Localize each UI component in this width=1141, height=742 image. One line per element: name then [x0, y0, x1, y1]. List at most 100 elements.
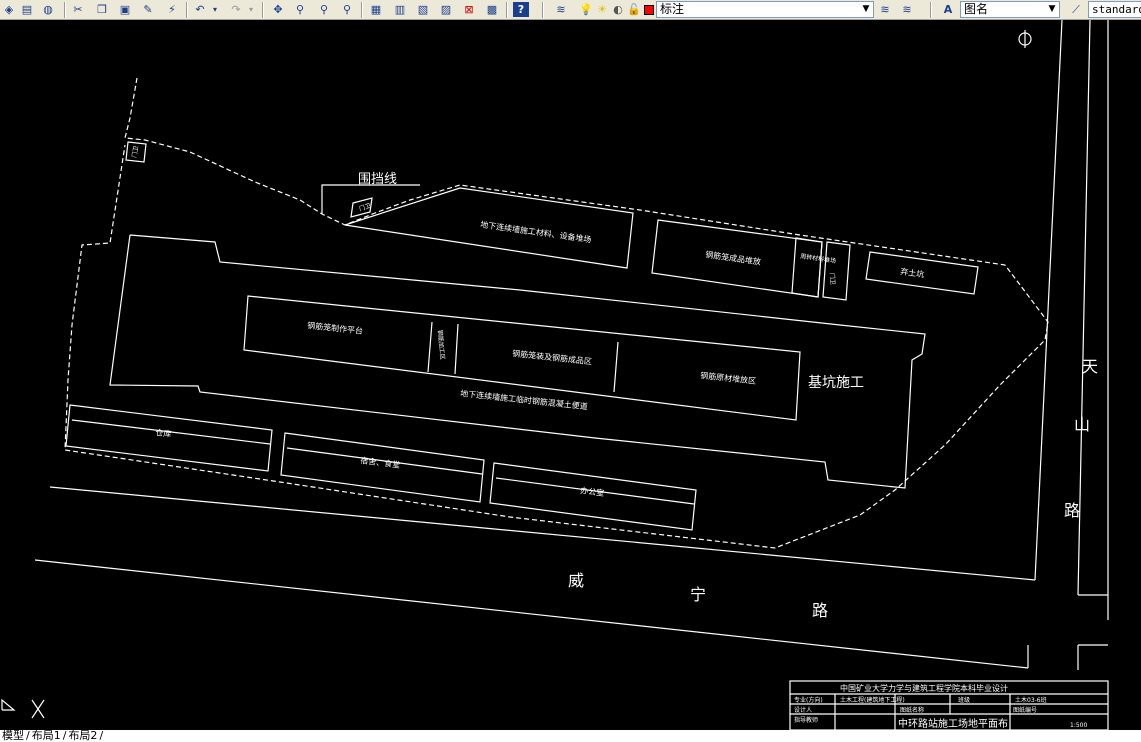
design-center-icon[interactable]: ▥ — [392, 2, 408, 17]
cut-icon[interactable]: ✂ — [70, 2, 86, 17]
tool-palettes-icon[interactable]: ▧ — [415, 2, 431, 17]
title-block-key: 设计人 — [794, 706, 812, 714]
toolbar-separator — [64, 2, 66, 18]
drawing-svg: 威 宁 路 天 山 路 围挡线 地下连续墙施工材料、设备堆场 钢筋笼成品堆放 周… — [1, 19, 1109, 731]
road-edge-line — [49, 486, 1036, 581]
area-label-gate: 门卫 — [828, 272, 837, 285]
area-label-rebar-storage: 钢筋原材堆放区 — [700, 370, 757, 386]
road-south-char: 威 — [568, 571, 584, 590]
area-label-warehouse: 仓库 — [155, 427, 172, 439]
paste-icon[interactable]: ▣ — [117, 2, 133, 17]
enclosure-label-leader — [321, 184, 420, 214]
area-label-gate: 门卫 — [130, 145, 140, 158]
road-edge-line — [34, 559, 1029, 669]
title-block-value: 土木03-6班 — [1015, 696, 1047, 704]
divider-line — [454, 323, 459, 375]
area-label-dorm: 宿舍、食堂 — [360, 455, 401, 470]
road-edge-line — [1034, 19, 1063, 581]
text-style-combo-value: 图名 — [964, 2, 989, 16]
stock-yard-outline — [791, 237, 823, 298]
markup-icon[interactable]: ⊠ — [461, 2, 477, 17]
layer-lock-icon[interactable]: 🔓 — [626, 2, 642, 17]
enclosure-label: 围挡线 — [358, 172, 397, 187]
pit-label: 基坑施工 — [808, 374, 864, 391]
help-icon[interactable]: ? — [513, 2, 529, 17]
layer-vp-freeze-icon[interactable]: ◐ — [610, 2, 626, 17]
dim-style-combo[interactable]: standard — [1088, 1, 1141, 18]
title-block-key: 专业(方向) — [794, 696, 823, 704]
layer-thaw-sun-icon[interactable]: ☀ — [594, 2, 610, 17]
road-south-char: 路 — [812, 601, 828, 620]
tab-layout2[interactable]: 布局2 — [66, 730, 99, 742]
road-east-char: 路 — [1064, 501, 1080, 520]
enclosure-line — [64, 77, 1049, 549]
divider-line — [427, 321, 433, 373]
area-label-stock: 周转材料堆场 — [800, 252, 837, 265]
chevron-down-icon[interactable]: ▼ — [1045, 2, 1059, 17]
title-block-value: 土木工程(建筑地下工程) — [840, 696, 905, 704]
toolbar-separator — [186, 2, 188, 18]
road-east-char: 天 — [1082, 357, 1098, 376]
area-label-processing: 钢筋加工区 — [436, 329, 447, 360]
copy-icon[interactable]: ❐ — [94, 2, 110, 17]
area-label-office: 办公室 — [580, 485, 605, 498]
zoom-previous-icon[interactable]: ⚲ — [339, 2, 355, 17]
chevron-down-icon[interactable]: ▼ — [859, 2, 873, 17]
publish-icon[interactable]: ◈ — [1, 2, 17, 17]
text-style-combo[interactable]: 图名 ▼ — [960, 1, 1060, 18]
drawing-area[interactable]: 威 宁 路 天 山 路 围挡线 地下连续墙施工材料、设备堆场 钢筋笼成品堆放 周… — [0, 19, 1141, 731]
toolbar-separator — [361, 2, 363, 18]
plot-icon[interactable]: ▤ — [19, 2, 35, 17]
toolbar-separator — [542, 2, 544, 18]
layer-combo[interactable]: 标注 ▼ — [656, 1, 874, 18]
layout-tab-bar: 模型 / 布局1/布局2/ — [0, 730, 1141, 742]
area-label-spoil: 弃土坑 — [900, 266, 925, 279]
dimension-style-icon[interactable]: ⟋ — [1068, 2, 1084, 17]
dim-style-combo-value: standard — [1092, 3, 1141, 16]
undo-icon[interactable]: ↶ — [192, 2, 208, 17]
stock-yard2-outline — [822, 241, 851, 301]
layer-color-swatch[interactable] — [644, 5, 654, 15]
redo-icon[interactable]: ↷ — [228, 2, 244, 17]
toolbar-separator — [506, 2, 508, 18]
area-label-cage-platform: 钢筋笼制作平台 — [307, 320, 364, 336]
title-block-scale: 1:500 — [1070, 722, 1087, 729]
pan-icon[interactable]: ✥ — [270, 2, 286, 17]
block-editor-icon[interactable]: ⚡ — [164, 2, 180, 17]
area-label-cage-loading: 钢筋笼装及钢筋成品区 — [512, 348, 593, 366]
area-label-materials: 地下连续墙施工材料、设备堆场 — [480, 219, 592, 244]
sheet-set-icon[interactable]: ▨ — [438, 2, 454, 17]
redo-dropdown-icon[interactable]: ▾ — [246, 2, 256, 17]
layer-combo-value: 标注 — [660, 2, 685, 16]
toolbar-separator — [930, 2, 932, 18]
road-south-char: 宁 — [690, 585, 706, 604]
title-block-project: 图纸名称 — [900, 706, 924, 714]
tab-model[interactable]: 模型 — [0, 730, 26, 742]
road-east-char: 山 — [1074, 415, 1090, 434]
zoom-realtime-icon[interactable]: ⚲ — [292, 2, 308, 17]
match-properties-icon[interactable]: ✎ — [140, 2, 156, 17]
pit-outline — [109, 234, 926, 489]
text-style-icon[interactable]: A — [940, 2, 956, 17]
tab-layout1[interactable]: 布局1 — [30, 730, 63, 742]
calculator-icon[interactable]: ▩ — [484, 2, 500, 17]
layer-manager-icon[interactable]: ≋ — [553, 2, 569, 17]
title-block-drawing-title: 中环路站施工场地平面布 — [898, 717, 1008, 730]
ucs-icon — [1, 698, 16, 711]
globe-icon[interactable]: ◍ — [40, 2, 56, 17]
undo-dropdown-icon[interactable]: ▾ — [210, 2, 220, 17]
divider-line — [613, 341, 619, 393]
toolbar-separator — [262, 2, 264, 18]
standard-toolbar: ◈ ▤ ◍ ✂ ❐ ▣ ✎ ⚡ ↶ ▾ ↷ ▾ ✥ ⚲ ⚲ ⚲ ▦ ▥ ▧ ▨ … — [0, 0, 1141, 20]
area-label-rebar-yard: 钢筋笼成品堆放 — [705, 249, 762, 267]
layer-on-bulb-icon[interactable]: 💡 — [578, 2, 594, 17]
properties-icon[interactable]: ▦ — [368, 2, 384, 17]
title-block-drawing-no: 图纸编号 — [1013, 706, 1037, 714]
zoom-window-icon[interactable]: ⚲ — [316, 2, 332, 17]
layer-previous-icon[interactable]: ≋ — [899, 2, 915, 17]
cad-application: ◈ ▤ ◍ ✂ ❐ ▣ ✎ ⚡ ↶ ▾ ↷ ▾ ✥ ⚲ ⚲ ⚲ ▦ ▥ ▧ ▨ … — [0, 0, 1141, 742]
title-block-key: 指导教师 — [794, 716, 818, 724]
make-object-layer-current-icon[interactable]: ≋ — [877, 2, 893, 17]
title-block-key: 班级 — [958, 696, 970, 704]
title-block-header: 中国矿业大学力学与建筑工程学院本科毕业设计 — [840, 683, 1008, 693]
